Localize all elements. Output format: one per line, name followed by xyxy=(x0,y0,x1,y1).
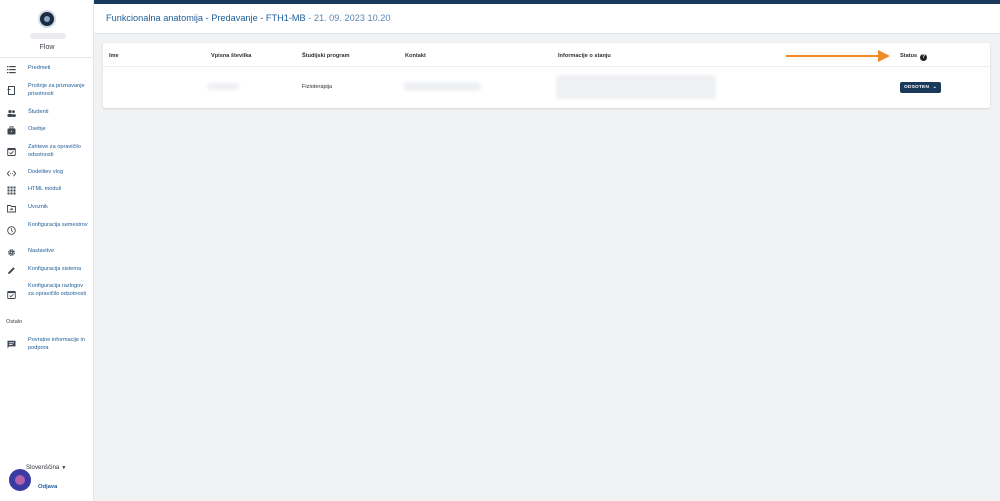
sidebar-item-label: Povratne informacije in podpora xyxy=(28,337,85,351)
gear-icon xyxy=(7,248,16,257)
status-dropdown-button[interactable]: ODSOTEN ⌄ xyxy=(900,82,941,93)
sidebar: Flow Predmeti Prošnje za priznavanje pri… xyxy=(0,0,94,501)
calendar-check-icon xyxy=(7,290,16,299)
calendar-check-icon xyxy=(7,147,16,156)
column-header-informacije-o-stanju[interactable]: Informacije o stanju xyxy=(558,53,611,59)
page-title-datetime: - 21. 09. 2023 10.20 xyxy=(305,13,391,23)
sidebar-item-label: Študenti xyxy=(28,109,49,115)
column-header-status[interactable]: Status? xyxy=(900,53,928,61)
sidebar-divider xyxy=(0,57,94,58)
sidebar-item-label: Uvoznik xyxy=(28,204,48,210)
language-label: Slovenščina xyxy=(26,464,60,471)
status-header-label: Status xyxy=(900,53,918,59)
grid-icon xyxy=(7,186,16,195)
column-header-studijski-program[interactable]: Študijski program xyxy=(302,53,350,59)
page-title-text: Funkcionalna anatomija - Predavanje - FT… xyxy=(106,13,306,23)
app-name: Flow xyxy=(39,44,55,51)
list-icon xyxy=(7,65,16,74)
chevron-down-icon: ⌄ xyxy=(932,84,937,90)
cell-study-program: Fizioterapija xyxy=(302,84,333,90)
sidebar-item-label: Zahteve za opravičilo odsotnosti xyxy=(28,144,81,158)
language-selector[interactable]: Slovenščina ▼ xyxy=(26,464,66,471)
status-info-redacted xyxy=(556,75,716,99)
help-icon[interactable]: ? xyxy=(920,54,928,61)
sidebar-section-other: Ostalo xyxy=(6,319,23,325)
sidebar-item-label: Osebje xyxy=(28,126,46,132)
document-icon xyxy=(7,86,16,95)
column-header-vpisna-stevilka[interactable]: Vpisna številka xyxy=(211,53,251,59)
people-icon xyxy=(7,109,16,118)
app-logo xyxy=(38,10,56,28)
sidebar-item-label: Dodelitev vlog xyxy=(28,169,64,175)
contact-redacted xyxy=(403,82,481,91)
folder-import-icon xyxy=(7,204,16,213)
logout-link[interactable]: Odjava xyxy=(38,484,57,490)
sidebar-item-label: Konfiguracija sistema xyxy=(28,266,82,272)
briefcase-icon xyxy=(7,126,16,135)
user-name-redacted xyxy=(30,33,66,39)
status-dropdown-label: ODSOTEN xyxy=(904,85,930,90)
clock-icon xyxy=(7,226,16,235)
code-icon xyxy=(6,169,17,178)
feedback-icon xyxy=(7,340,16,349)
sidebar-item-label: Nastavitve xyxy=(28,248,55,254)
sidebar-item-label: Konfiguracija razlogov za opravičilo ods… xyxy=(28,283,87,297)
sidebar-item-label: Prošnje za priznavanje prisotnosti xyxy=(28,83,85,97)
pencil-icon xyxy=(7,266,16,275)
annotation-arrow-icon xyxy=(786,50,890,62)
page-title: Funkcionalna anatomija - Predavanje - FT… xyxy=(106,13,390,23)
avatar[interactable] xyxy=(9,469,31,491)
student-number-redacted xyxy=(207,83,239,90)
column-header-kontakt[interactable]: Kontakt xyxy=(405,53,426,59)
page-header: Funkcionalna anatomija - Predavanje - FT… xyxy=(94,4,1000,34)
header-divider xyxy=(103,66,990,67)
column-header-ime[interactable]: Ime xyxy=(109,53,119,59)
sidebar-item-label: HTML moduli xyxy=(28,186,62,192)
caret-down-icon: ▼ xyxy=(61,465,67,471)
sidebar-item-label: Konfiguracija semestrov xyxy=(28,222,88,228)
sidebar-item-label: Predmeti xyxy=(28,65,51,71)
